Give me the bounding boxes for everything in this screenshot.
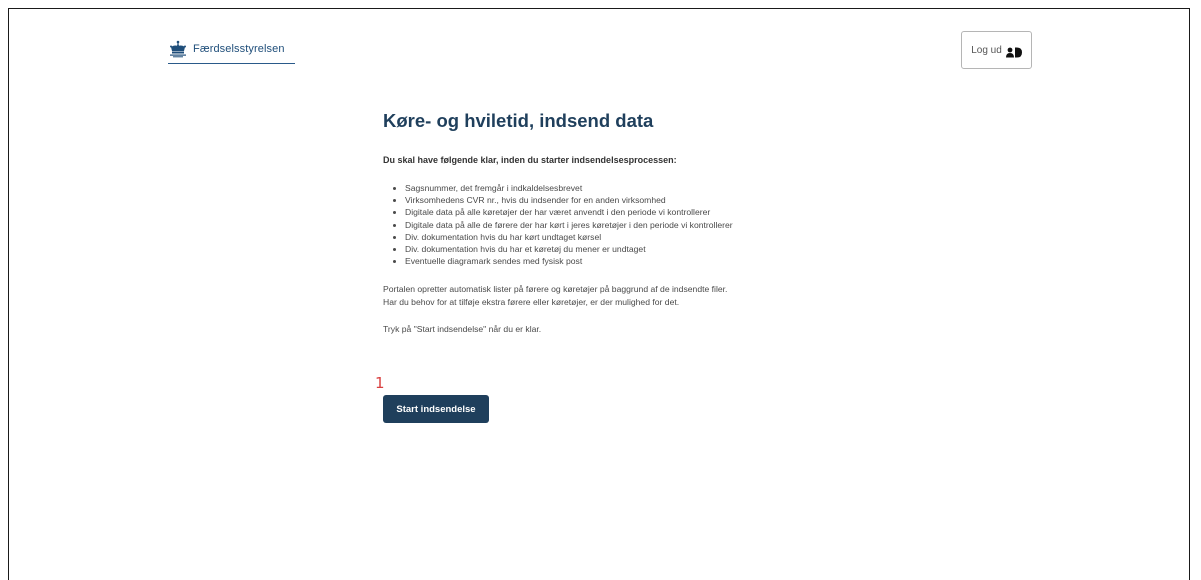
list-item: Eventuelle diagramark sendes med fysisk … [405,255,823,267]
info-line-1: Portalen opretter automatisk lister på f… [383,284,728,295]
list-item: Sagsnummer, det fremgår i indkaldelsesbr… [405,182,823,194]
list-item: Virksomhedens CVR nr., hvis du indsender… [405,194,823,206]
user-id-icon [1005,45,1022,57]
page-title: Køre- og hviletid, indsend data [383,110,654,131]
requirements-list: Sagsnummer, det fremgår i indkaldelsesbr… [383,182,823,267]
crown-icon [168,40,188,58]
intro-text: Du skal have følgende klar, inden du sta… [383,155,677,165]
list-item: Div. dokumentation hvis du har et køretø… [405,243,823,255]
logo-text: Færdselsstyrelsen [193,43,285,55]
logout-button[interactable]: Log ud [961,31,1032,69]
logo[interactable]: Færdselsstyrelsen [168,40,295,64]
info-paragraph: Portalen opretter automatisk lister på f… [383,283,823,308]
instruction-text: Tryk på "Start indsendelse" når du er kl… [383,324,542,335]
annotation-marker: 1 [375,374,385,392]
info-line-2: Har du behov for at tilføje ekstra fører… [383,296,680,307]
list-item: Div. dokumentation hvis du har kørt undt… [405,231,823,243]
list-item: Digitale data på alle køretøjer der har … [405,206,823,218]
start-submission-button[interactable]: Start indsendelse [383,395,489,423]
list-item: Digitale data på alle de førere der har … [405,219,823,231]
main-content: Køre- og hviletid, indsend data Du skal … [383,110,823,334]
logout-label: Log ud [971,44,1002,56]
